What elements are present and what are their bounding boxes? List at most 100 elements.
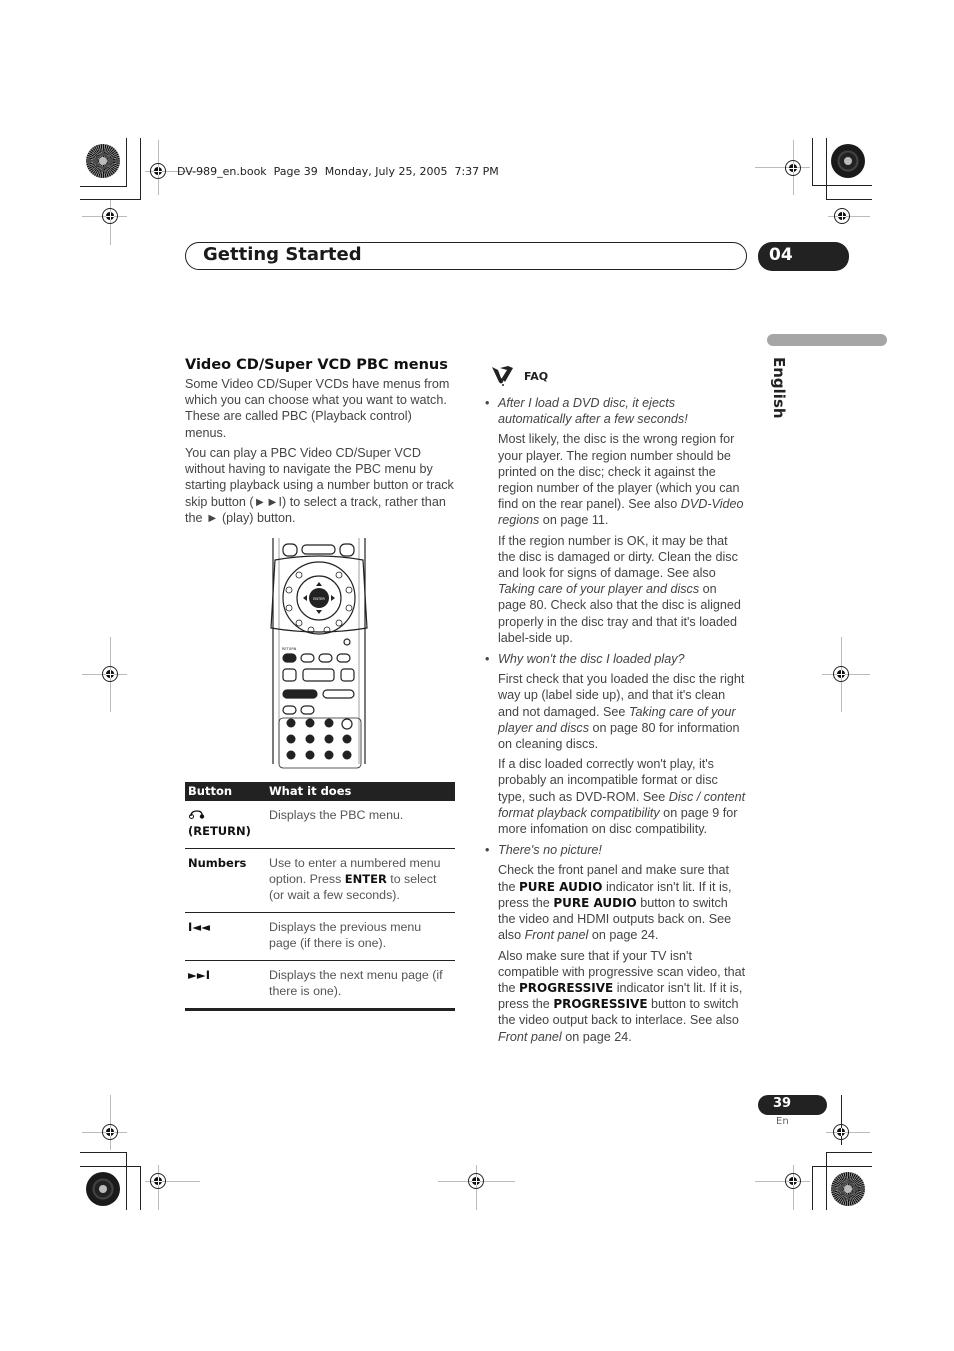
faq-label: FAQ — [524, 370, 549, 383]
remote-return-label: RETURN — [282, 647, 297, 651]
remote-number-button — [305, 718, 315, 728]
remote-number-button — [286, 750, 296, 760]
table-row: (RETURN) Displays the PBC menu. — [185, 801, 455, 849]
registration-mark — [150, 163, 166, 179]
faq-answer: First check that you loaded the disc the… — [498, 672, 745, 752]
faq-item: • Why won't the disc I loaded play? Firs… — [485, 651, 747, 837]
remote-clear-button — [342, 734, 352, 744]
faq-answer: Most likely, the disc is the wrong regio… — [498, 432, 744, 528]
bullet: • — [485, 843, 490, 858]
table-row: Numbers Use to enter a numbered menu opt… — [185, 848, 455, 913]
crop-line — [826, 1152, 872, 1153]
table-row: I◄◄ Displays the previous menu page (if … — [185, 912, 455, 961]
registration-disc-top-right — [831, 144, 865, 178]
remote-right-arrow — [331, 595, 335, 601]
registration-disc-bottom-left — [86, 1172, 120, 1206]
remote-left-arrow — [303, 595, 307, 601]
button-cell: (RETURN) — [185, 801, 266, 849]
remote-enter-label: ENTER — [313, 597, 325, 601]
crop-line — [826, 199, 872, 200]
button-name: Numbers — [185, 848, 266, 913]
column-header-what-it-does: What it does — [266, 782, 455, 801]
faq-icon — [492, 366, 513, 386]
cross-reference: Taking care of your player and discs — [498, 582, 700, 597]
language-tab-bar — [767, 334, 887, 346]
pbc-button-table: Button What it does (RETURN) Displays th… — [185, 782, 455, 1011]
faq-list: • After I load a DVD disc, it ejects aut… — [485, 395, 747, 1045]
page-number-badge: 39 — [758, 1095, 827, 1115]
crop-line — [140, 1166, 141, 1210]
section-heading: Video CD/Super VCD PBC menus — [185, 357, 448, 373]
crop-line — [755, 167, 810, 168]
registration-mark — [834, 208, 850, 224]
crop-line — [80, 1166, 141, 1167]
crop-line — [110, 1095, 111, 1150]
registration-mark — [833, 666, 849, 682]
table-row: ►►I Displays the next menu page (if ther… — [185, 960, 455, 1011]
faq-answer: Check the front panel and make sure that… — [498, 863, 732, 943]
remote-number-button — [342, 750, 352, 760]
chapter-title: Getting Started — [203, 244, 362, 265]
registration-mark — [468, 1173, 484, 1189]
remote-down-arrow — [316, 610, 322, 614]
crop-line — [140, 138, 141, 200]
cross-reference: Front panel — [524, 928, 589, 943]
description-cell: Displays the PBC menu. — [266, 801, 455, 849]
next-icon: ►►I — [188, 968, 210, 982]
button-cell: ►►I — [185, 960, 266, 1011]
registration-mark — [102, 1124, 118, 1140]
remote-up-arrow — [316, 582, 322, 586]
intro-paragraph: Some Video CD/Super VCDs have menus from… — [185, 377, 450, 440]
book-info: DV-989_en.book Page 39 Monday, July 25, … — [177, 165, 499, 178]
remote-number-button — [324, 734, 334, 744]
chapter-number: 04 — [769, 245, 793, 265]
remote-top-button — [301, 544, 336, 555]
description-cell: Displays the previous menu page (if ther… — [266, 912, 455, 961]
remote-body-outline — [272, 538, 366, 764]
registration-disc-bottom-right — [831, 1172, 865, 1206]
faq-question: After I load a DVD disc, it ejects autom… — [498, 396, 688, 427]
crop-line — [812, 138, 813, 186]
page-language: En — [776, 1116, 789, 1127]
registration-mark — [102, 208, 118, 224]
pbc-paragraph: You can play a PBC Video CD/Super VCD wi… — [185, 446, 454, 525]
previous-icon: I◄◄ — [188, 920, 210, 934]
remote-number-button — [305, 750, 315, 760]
bullet: • — [485, 652, 490, 667]
crop-line — [826, 138, 827, 200]
remote-number-button — [286, 734, 296, 744]
remote-number-button — [324, 750, 334, 760]
crop-line — [812, 1166, 813, 1210]
button-name: PURE AUDIO — [553, 895, 637, 910]
language-tab-label: English — [770, 357, 788, 419]
faq-question: Why won't the disc I loaded play? — [498, 652, 685, 667]
table-header-row: Button What it does — [185, 782, 455, 801]
enter-keyword: ENTER — [344, 872, 387, 886]
registration-mark — [833, 1124, 849, 1140]
crop-line — [126, 1152, 127, 1210]
button-cell: I◄◄ — [185, 912, 266, 961]
registration-mark — [102, 666, 118, 682]
return-icon — [189, 810, 205, 819]
registration-mark — [150, 1173, 166, 1189]
column-header-button: Button — [185, 782, 266, 801]
cross-reference: Front panel — [498, 1029, 562, 1044]
chapter-number-badge: 04 — [758, 242, 849, 271]
remote-number-button — [324, 718, 334, 728]
registration-mark — [785, 1173, 801, 1189]
faq-item: • There's no picture! Check the front pa… — [485, 842, 747, 1044]
remote-number-button — [305, 734, 315, 744]
button-name: PROGRESSIVE — [553, 997, 648, 1012]
indicator-name: PURE AUDIO — [519, 879, 603, 894]
remote-control-illustration: ENTER RETURN — [270, 538, 368, 769]
page-number: 39 — [773, 1096, 792, 1111]
remote-number-button — [286, 718, 296, 728]
crop-line — [812, 1166, 872, 1167]
remote-return-button — [282, 653, 297, 663]
crop-line — [755, 1181, 810, 1182]
crop-line — [126, 138, 127, 186]
indicator-name: PROGRESSIVE — [519, 980, 614, 995]
faq-answer: If the region number is OK, it may be th… — [498, 533, 741, 645]
faq-question: There's no picture! — [498, 843, 602, 858]
button-name: (RETURN) — [188, 824, 251, 838]
